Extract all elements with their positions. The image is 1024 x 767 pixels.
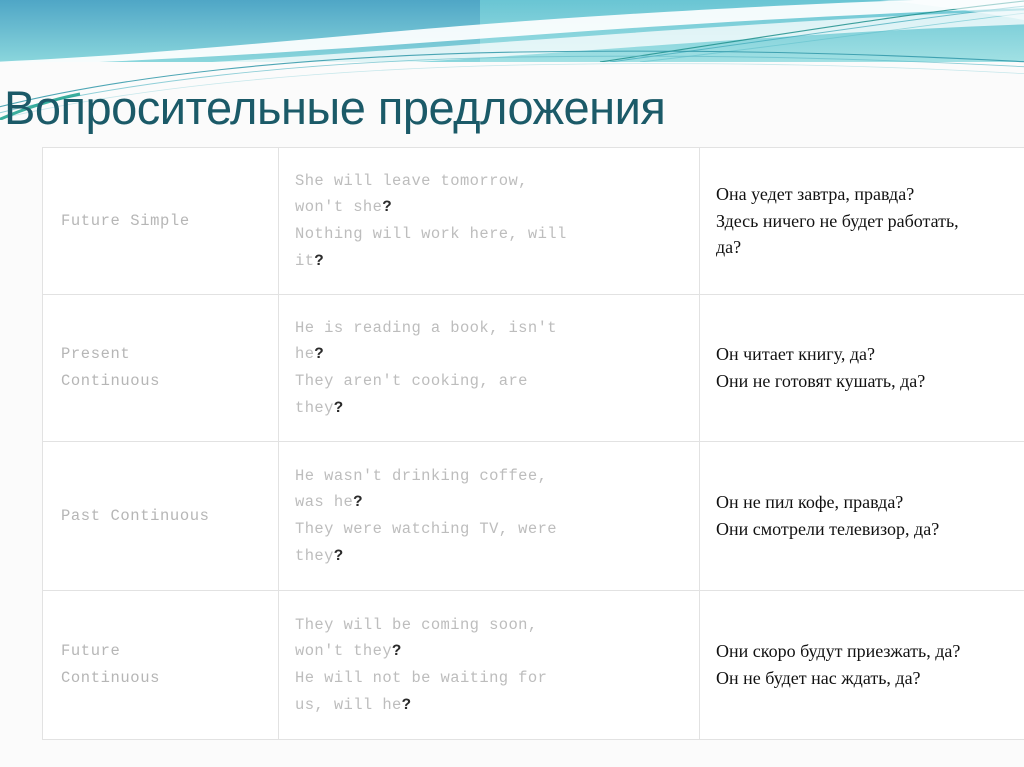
tense-label: Future Continuous <box>61 642 161 687</box>
question-mark: ? <box>382 198 393 217</box>
tense-label: Future Simple <box>61 211 190 230</box>
english-sentences: He is reading a book, isn't he? They are… <box>295 318 557 417</box>
page-title: Вопросительные предложения <box>4 81 666 135</box>
russian-cell: Он читает книгу, да? Они не готовят куша… <box>699 294 1024 442</box>
tense-cell: Present Continuous <box>42 294 279 442</box>
tense-questions-table: Future Simple She will leave tomorrow, w… <box>42 147 1024 740</box>
tense-cell: Future Continuous <box>42 590 279 740</box>
russian-cell: Она уедет завтра, правда? Здесь ничего н… <box>699 147 1024 295</box>
table-row: Future Continuous They will be coming so… <box>42 590 1024 740</box>
english-sentences: They will be coming soon, won't they? He… <box>295 615 548 714</box>
english-cell: He is reading a book, isn't he? They are… <box>278 294 700 442</box>
question-mark: ? <box>353 493 363 512</box>
tense-cell: Past Continuous <box>42 441 279 591</box>
question-mark: ? <box>314 251 325 270</box>
russian-translation: Он читает книгу, да? Они не готовят куша… <box>716 344 926 391</box>
russian-translation: Они скоро будут приезжать, да? Он не буд… <box>716 641 961 688</box>
question-mark: ? <box>401 695 412 714</box>
english-cell: She will leave tomorrow, won't she? Noth… <box>278 147 700 295</box>
tense-cell: Future Simple <box>42 147 279 295</box>
tense-label: Past Continuous <box>61 506 210 525</box>
question-mark: ? <box>333 546 344 565</box>
russian-cell: Он не пил кофе, правда? Они смотрели тел… <box>699 441 1024 591</box>
russian-translation: Он не пил кофе, правда? Они смотрели тел… <box>716 492 940 539</box>
english-sentences: He wasn't drinking coffee, was he? They … <box>295 466 557 565</box>
english-cell: They will be coming soon, won't they? He… <box>278 590 700 740</box>
english-sentences: She will leave tomorrow, won't she? Noth… <box>295 171 567 270</box>
english-cell: He wasn't drinking coffee, was he? They … <box>278 441 700 591</box>
question-mark: ? <box>333 398 344 417</box>
table-row: Future Simple She will leave tomorrow, w… <box>42 147 1024 295</box>
table-row: Present Continuous He is reading a book,… <box>42 294 1024 442</box>
tense-label: Present Continuous <box>61 345 161 390</box>
question-mark: ? <box>314 345 325 364</box>
russian-cell: Они скоро будут приезжать, да? Он не буд… <box>699 590 1024 740</box>
table-row: Past Continuous He wasn't drinking coffe… <box>42 441 1024 591</box>
russian-translation: Она уедет завтра, правда? Здесь ничего н… <box>716 184 959 258</box>
question-mark: ? <box>392 642 402 661</box>
header-banner <box>0 0 1024 62</box>
